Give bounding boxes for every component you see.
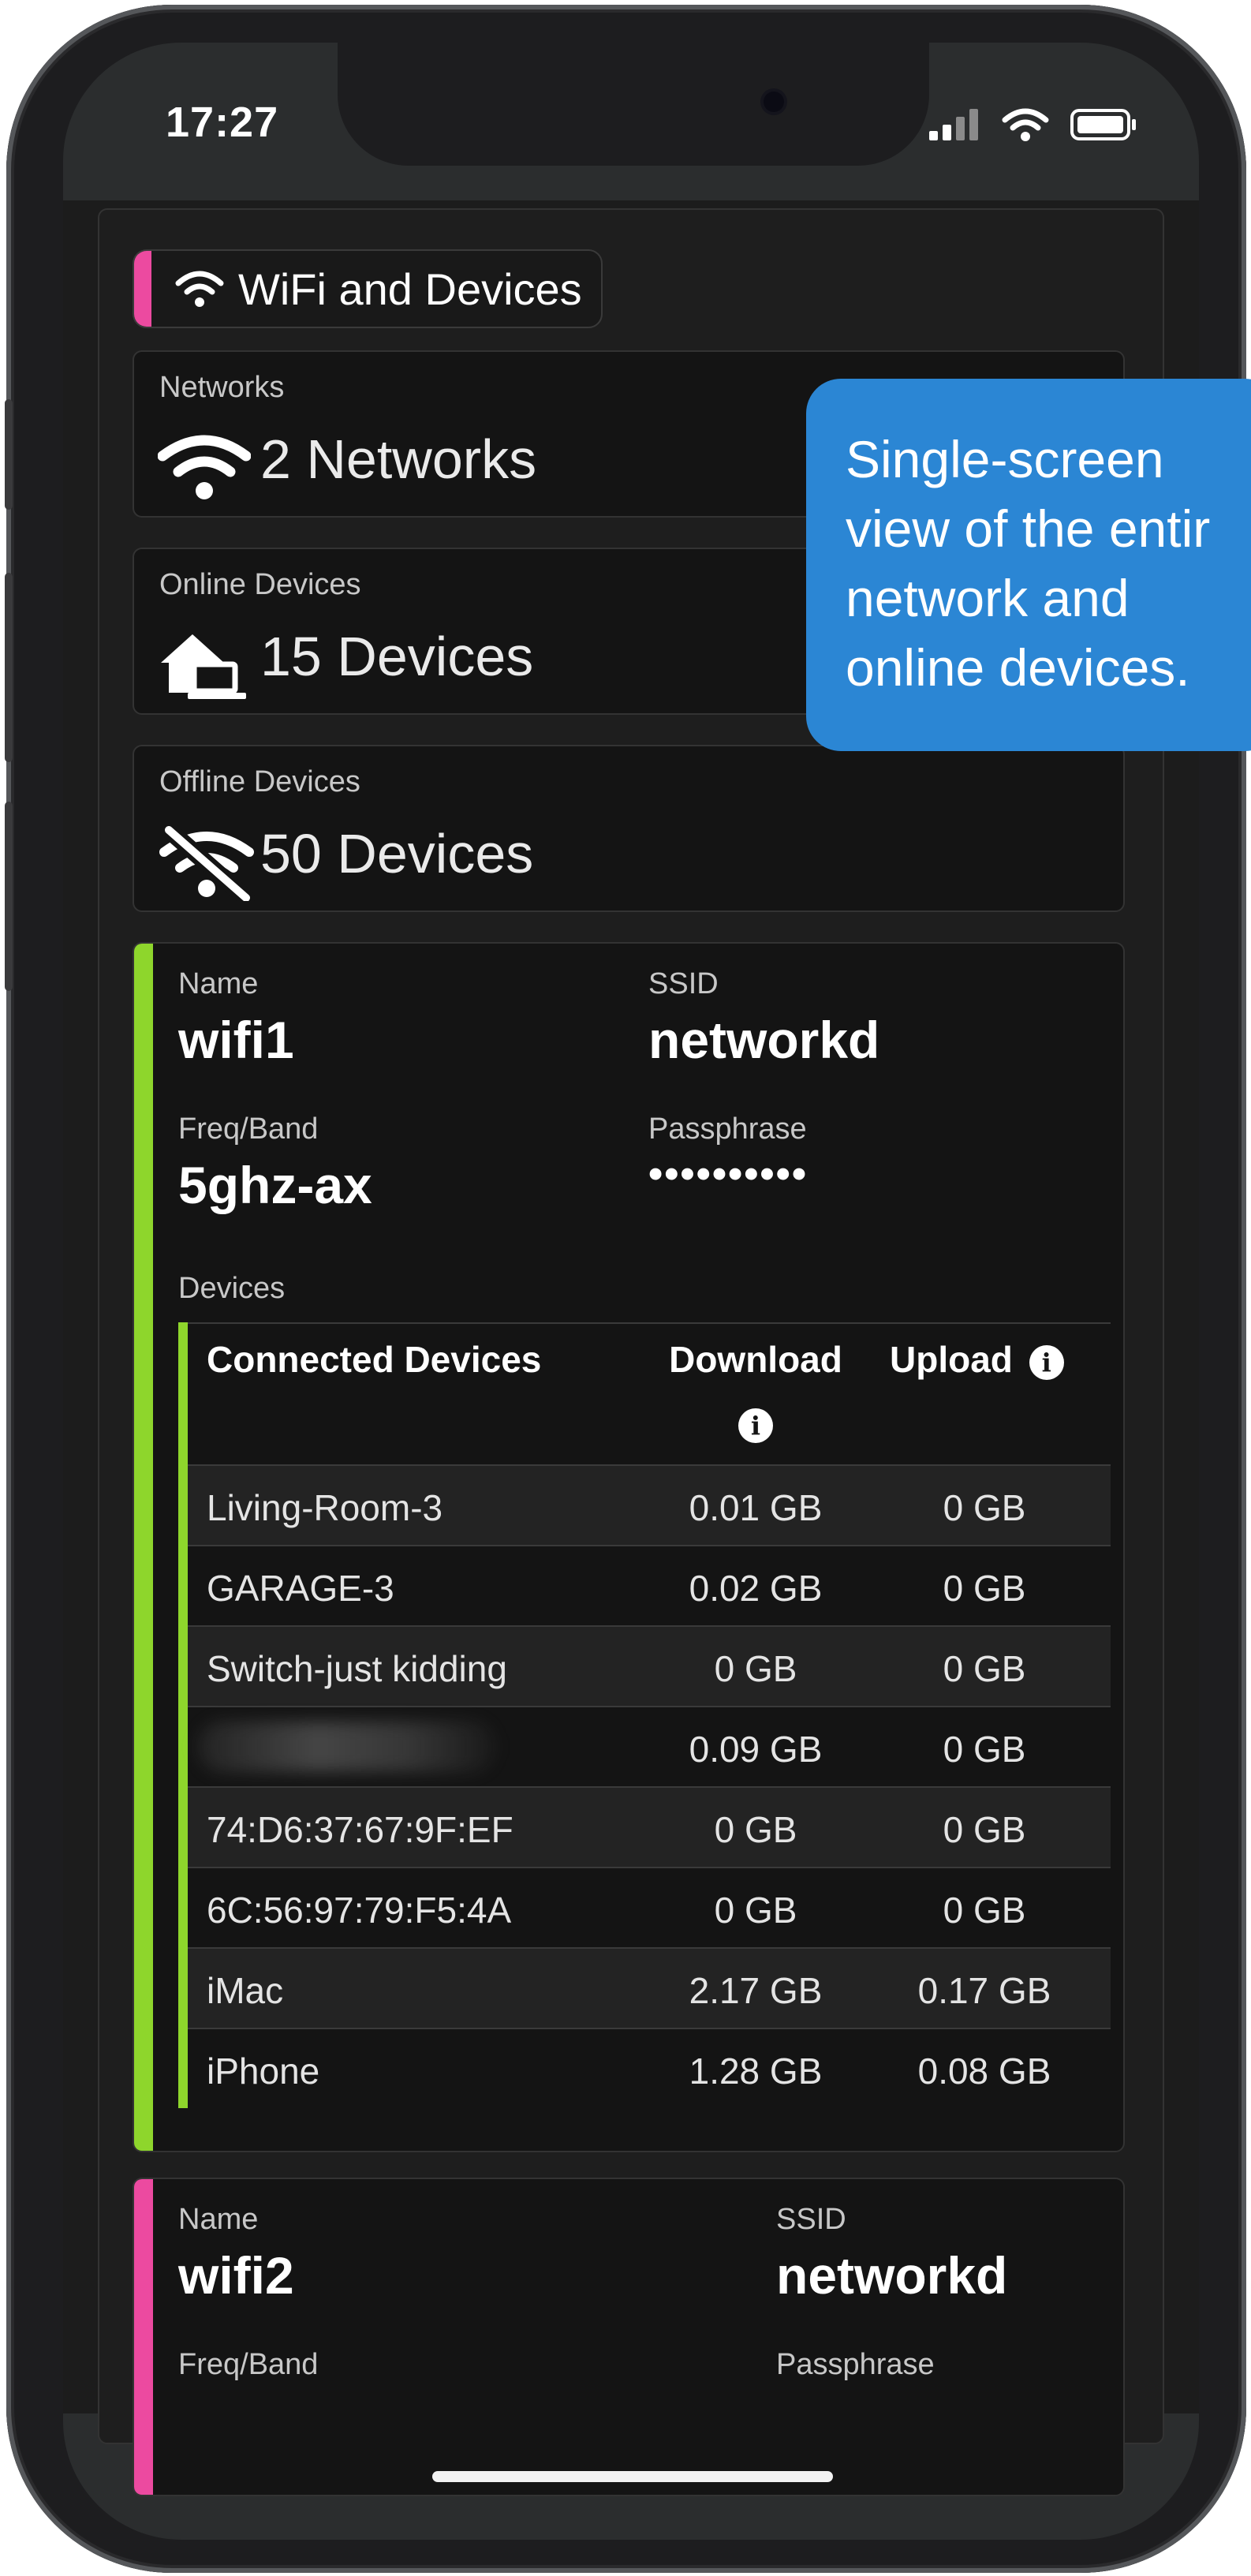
download-value: 0.01 GB xyxy=(689,1487,823,1528)
network-name: wifi1 xyxy=(178,1011,294,1069)
phone-volume-down xyxy=(5,802,13,991)
home-indicator[interactable] xyxy=(432,2471,833,2482)
stat-caption: Networks xyxy=(159,371,285,404)
download-value: 0 GB xyxy=(714,1809,797,1850)
table-row[interactable]: 6C:56:97:79:F5:4A 0 GB 0 GB xyxy=(188,1867,1111,1947)
table-row[interactable]: GARAGE-3 0.02 GB 0 GB xyxy=(188,1545,1111,1625)
upload-value: 0 GB xyxy=(943,1890,1026,1931)
wifi-icon xyxy=(158,435,251,499)
table-row[interactable]: Switch-just kidding 0 GB 0 GB xyxy=(188,1625,1111,1706)
name-label: Name xyxy=(178,2203,259,2236)
callout-bubble: Single-screen view of the entir network … xyxy=(806,379,1251,751)
stat-offline-devices[interactable]: Offline Devices 50 Devices xyxy=(133,745,1125,912)
stat-value: 50 Devices xyxy=(260,823,534,884)
info-icon[interactable]: i xyxy=(738,1408,773,1443)
freq-label: Freq/Band xyxy=(178,1112,319,1146)
network-accent-bar xyxy=(134,944,153,2151)
notch xyxy=(338,43,929,166)
wifi-icon xyxy=(175,271,224,307)
upload-value: 0 GB xyxy=(943,1648,1026,1689)
wifi-off-icon xyxy=(159,825,255,901)
front-camera xyxy=(764,92,784,112)
device-name: Living-Room-3 xyxy=(207,1487,443,1528)
name-label: Name xyxy=(178,967,259,1000)
callout-line: network and xyxy=(846,569,1130,627)
col-header-download[interactable]: Download i xyxy=(661,1338,850,1444)
phone-side-button xyxy=(5,399,13,510)
download-value: 2.17 GB xyxy=(689,1970,823,2011)
upload-value: 0 GB xyxy=(943,1487,1026,1528)
battery-icon xyxy=(1070,109,1136,140)
section-title: WiFi and Devices xyxy=(238,264,582,314)
cellular-signal-icon xyxy=(929,109,978,140)
table-row[interactable]: iMac 2.17 GB 0.17 GB xyxy=(188,1947,1111,2028)
wifi-status-icon xyxy=(1002,108,1049,141)
section-accent xyxy=(134,251,151,327)
download-value: 0 GB xyxy=(714,1890,797,1931)
table-row[interactable]: 0.09 GB 0 GB xyxy=(188,1706,1111,1786)
stat-caption: Online Devices xyxy=(159,568,361,601)
ssid-label: SSID xyxy=(776,2203,846,2236)
col-header-upload[interactable]: Upload i xyxy=(890,1338,1064,1381)
upload-value: 0 GB xyxy=(943,1729,1026,1770)
device-name: iMac xyxy=(207,1970,284,2011)
upload-value: 0.08 GB xyxy=(917,2051,1051,2092)
ssid-value: networkd xyxy=(648,1011,880,1069)
upload-value: 0.17 GB xyxy=(917,1970,1051,2011)
table-row[interactable]: 74:D6:37:67:9F:EF 0 GB 0 GB xyxy=(188,1786,1111,1867)
connected-devices-table: Connected Devices Download i Upload i Li… xyxy=(178,1322,1111,2108)
passphrase-label: Passphrase xyxy=(648,1112,807,1146)
download-value: 0.02 GB xyxy=(689,1568,823,1609)
status-time: 17:27 xyxy=(166,99,279,146)
table-row[interactable]: Living-Room-3 0.01 GB 0 GB xyxy=(188,1464,1111,1545)
info-icon[interactable]: i xyxy=(1029,1344,1064,1380)
ssid-label: SSID xyxy=(648,967,719,1000)
stat-caption: Offline Devices xyxy=(159,765,360,798)
section-header: WiFi and Devices xyxy=(133,249,603,328)
passphrase-label: Passphrase xyxy=(776,2348,935,2381)
table-row[interactable]: iPhone 1.28 GB 0.08 GB xyxy=(188,2028,1111,2108)
callout-line: Single-screen xyxy=(846,430,1164,488)
device-name: GARAGE-3 xyxy=(207,1568,394,1609)
phone-volume-up xyxy=(5,573,13,762)
upload-value: 0 GB xyxy=(943,1568,1026,1609)
stat-value: 15 Devices xyxy=(260,626,534,687)
download-value: 1.28 GB xyxy=(689,2051,823,2092)
download-value: 0 GB xyxy=(714,1648,797,1689)
col-header-device[interactable]: Connected Devices xyxy=(207,1338,541,1381)
upload-header-label: Upload xyxy=(890,1339,1013,1380)
callout-line: view of the entir xyxy=(846,499,1211,558)
device-name: Switch-just kidding xyxy=(207,1648,507,1689)
devices-label: Devices xyxy=(178,1272,286,1305)
home-devices-icon xyxy=(161,634,246,699)
passphrase-value: •••••••••• xyxy=(648,1151,808,1197)
download-header-label: Download xyxy=(669,1339,842,1380)
freq-value: 5ghz-ax xyxy=(178,1156,372,1214)
download-value: 0.09 GB xyxy=(689,1729,823,1770)
ssid-value: networkd xyxy=(776,2246,1008,2305)
network-accent-bar xyxy=(134,2179,153,2495)
device-name: 6C:56:97:79:F5:4A xyxy=(207,1890,512,1931)
status-icons xyxy=(929,101,1137,148)
network-name: wifi2 xyxy=(178,2246,294,2305)
network-card-wifi2: Name wifi2 SSID networkd Freq/Band Passp… xyxy=(133,2178,1125,2496)
table-header: Connected Devices Download i Upload i xyxy=(188,1322,1111,1464)
callout-line: online devices. xyxy=(846,638,1190,697)
redacted-device-name xyxy=(197,1722,497,1772)
device-name: iPhone xyxy=(207,2051,320,2092)
device-name: 74:D6:37:67:9F:EF xyxy=(207,1809,513,1850)
network-card-wifi1: Name wifi1 SSID networkd Freq/Band 5ghz-… xyxy=(133,942,1125,2152)
stat-value: 2 Networks xyxy=(260,428,537,490)
freq-label: Freq/Band xyxy=(178,2348,319,2381)
upload-value: 0 GB xyxy=(943,1809,1026,1850)
